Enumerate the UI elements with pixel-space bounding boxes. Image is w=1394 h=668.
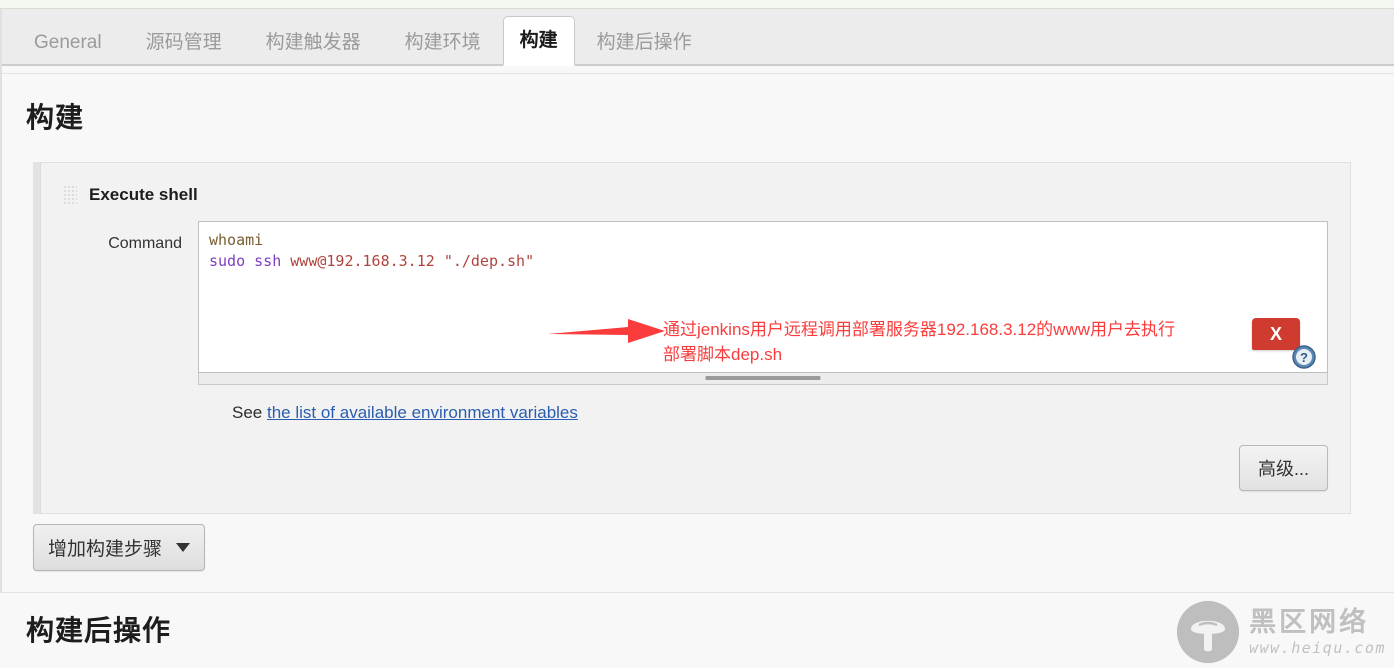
tab-general[interactable]: General — [12, 21, 124, 65]
drag-grip-icon[interactable] — [63, 185, 77, 205]
command-line-2: sudo ssh www@192.168.3.12 "./dep.sh" — [209, 251, 1317, 272]
execute-shell-panel: X ? Execute shell Command whoami sudo ssh… — [41, 162, 1351, 514]
step-header: Execute shell — [41, 163, 1350, 205]
command-input[interactable]: whoami sudo ssh www@192.168.3.12 "./dep.s… — [198, 221, 1328, 373]
build-config-main: 构建 X ? Execute shell Command whoami sudo … — [0, 74, 1394, 571]
command-line1-text: whoami — [209, 231, 264, 249]
advanced-button-row: 高级... — [41, 445, 1350, 491]
env-variables-link[interactable]: the list of available environment variab… — [267, 403, 578, 422]
tab-build[interactable]: 构建 — [502, 16, 575, 66]
tab-post-build-actions[interactable]: 构建后操作 — [575, 21, 714, 65]
command-line2-args: www@192.168.3.12 — [281, 252, 444, 270]
svg-text:?: ? — [1300, 350, 1308, 365]
advanced-button[interactable]: 高级... — [1238, 445, 1328, 491]
tab-source-management[interactable]: 源码管理 — [124, 21, 244, 65]
window-top-strip — [0, 0, 1394, 9]
watermark-url: www.heiqu.com — [1249, 638, 1386, 657]
add-build-step-button[interactable]: 增加构建步骤 — [33, 524, 206, 571]
help-circle-icon[interactable]: ? — [1292, 345, 1316, 369]
watermark-text: 黑区网络 www.heiqu.com — [1249, 609, 1386, 656]
config-tab-bar: General 源码管理 构建触发器 构建环境 构建 构建后操作 — [0, 9, 1394, 66]
tab-build-environment[interactable]: 构建环境 — [383, 21, 503, 65]
step-drag-rail[interactable] — [33, 162, 41, 514]
textarea-resize-handle[interactable] — [198, 373, 1328, 385]
command-label: Command — [108, 235, 182, 252]
tab-build-triggers[interactable]: 构建触发器 — [244, 21, 383, 65]
see-text: See — [232, 403, 263, 422]
add-build-step-label: 增加构建步骤 — [48, 539, 163, 560]
command-field-wrap: whoami sudo ssh www@192.168.3.12 "./dep.s… — [198, 221, 1350, 385]
command-line2-keyword: sudo ssh — [209, 252, 282, 270]
command-line-1: whoami — [209, 230, 1317, 251]
add-step-row: 增加构建步骤 — [33, 524, 1394, 571]
mushroom-logo-icon — [1177, 601, 1240, 663]
site-watermark: 黑区网络 www.heiqu.com — [1177, 601, 1386, 663]
chevron-down-icon — [176, 543, 191, 552]
env-vars-hint: See the list of available environment va… — [41, 403, 1350, 423]
watermark-name: 黑区网络 — [1249, 606, 1370, 638]
tabbar-divider — [0, 66, 1394, 74]
command-row: Command whoami sudo ssh www@192.168.3.12 … — [41, 221, 1350, 385]
page-title: 构建 — [26, 102, 85, 133]
build-step-container: X ? Execute shell Command whoami sudo ssh… — [33, 162, 1351, 514]
command-line2-string: "./dep.sh" — [443, 252, 535, 270]
step-title: Execute shell — [89, 185, 198, 204]
